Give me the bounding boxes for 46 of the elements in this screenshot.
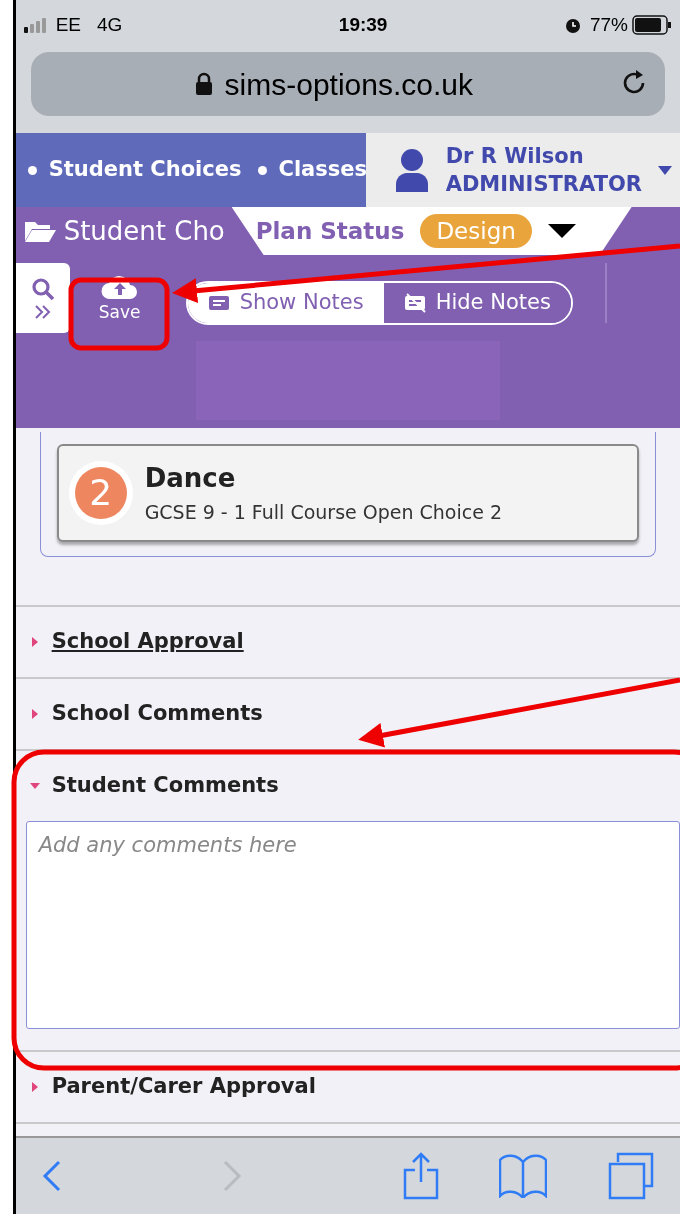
network-type: 4G xyxy=(97,12,123,37)
caret-down-icon xyxy=(658,165,672,175)
section-header[interactable]: School Approval xyxy=(15,607,680,677)
address-bar[interactable]: sims-options.co.uk xyxy=(30,52,665,116)
user-menu[interactable]: Dr R Wilson ADMINISTRATOR xyxy=(365,133,680,207)
nav-link[interactable]: Classes xyxy=(278,154,368,186)
lock-icon xyxy=(194,72,213,96)
book-icon[interactable] xyxy=(499,1154,548,1198)
comments-field[interactable]: Add any comments here xyxy=(25,821,680,1029)
back-icon[interactable] xyxy=(41,1160,62,1192)
note-icon xyxy=(207,293,232,313)
caret-right-icon xyxy=(29,709,40,719)
page-title: Student Cho xyxy=(63,214,225,248)
bullet-icon xyxy=(257,165,267,175)
search-expand-button[interactable] xyxy=(15,263,70,333)
search-icon xyxy=(30,277,55,301)
crossed-note-icon xyxy=(403,293,428,313)
subject-name: Dance xyxy=(144,462,237,496)
choice-card[interactable]: 2 Dance GCSE 9 - 1 Full Course Open Choice 2 xyxy=(56,444,639,542)
double-chevron-icon xyxy=(33,305,52,319)
carrier-name: EE xyxy=(55,12,81,37)
tabs-icon[interactable] xyxy=(608,1152,654,1200)
course-description: GCSE 9 - 1 Full Course Open Choice 2 xyxy=(144,500,503,526)
section-header[interactable]: Parent/Carer Approval xyxy=(15,1052,680,1122)
caret-down-icon xyxy=(29,781,40,791)
notes-toggle-option[interactable]: Show Notes xyxy=(187,283,384,323)
user-role: ADMINISTRATOR xyxy=(445,171,642,198)
caret-right-icon xyxy=(29,1082,40,1092)
status-badge: Design xyxy=(420,213,532,249)
battery-percent: 77% xyxy=(589,12,628,37)
url-text: sims-options.co.uk xyxy=(224,66,474,103)
user-name: Dr R Wilson xyxy=(445,143,585,170)
battery-icon xyxy=(632,15,672,35)
bullet-icon xyxy=(27,165,37,175)
folder-icon xyxy=(23,219,56,243)
caret-right-icon xyxy=(29,637,40,647)
share-icon[interactable] xyxy=(402,1152,439,1200)
plan-status-label: Plan Status xyxy=(255,216,405,246)
nav-link[interactable]: Student Choices xyxy=(48,154,242,186)
section-header[interactable]: Student Comments xyxy=(15,751,680,821)
clock-time: 19:39 xyxy=(337,12,389,37)
alarm-clock-icon xyxy=(563,16,582,34)
section-header[interactable]: School Comments xyxy=(15,679,680,749)
rank-badge: 2 xyxy=(74,467,127,519)
caret-down-icon[interactable] xyxy=(547,224,576,238)
person-icon xyxy=(393,148,430,192)
